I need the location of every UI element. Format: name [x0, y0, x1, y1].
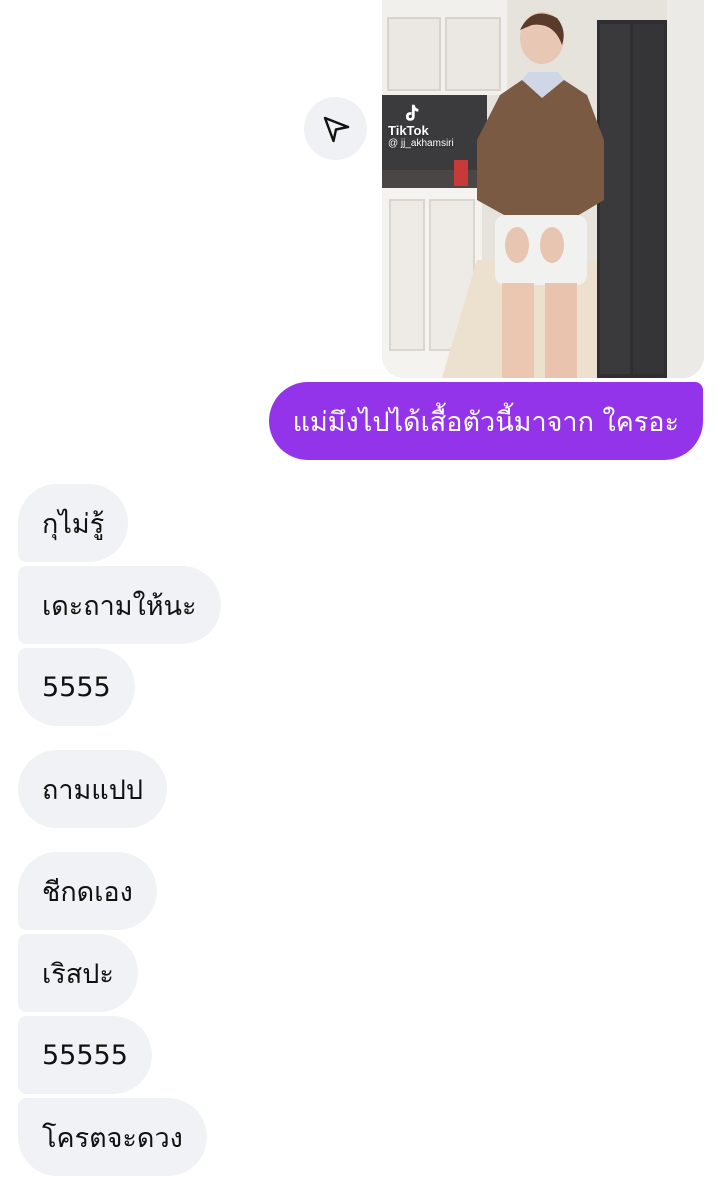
received-message-bubble[interactable]: เริสปะ [18, 934, 138, 1012]
received-message-bubble[interactable]: กุไม่รู้ [18, 484, 129, 562]
tiktok-watermark: TikTok @ jj_akhamsiri [388, 102, 454, 150]
received-message-bubble[interactable]: ชีกดเอง [18, 852, 157, 930]
paper-plane-icon [323, 116, 349, 142]
share-button[interactable] [304, 97, 367, 160]
received-message-bubble[interactable]: โครตจะดวง [18, 1098, 207, 1176]
received-message-bubble[interactable]: 55555 [18, 1016, 152, 1094]
tiktok-logo-icon [405, 104, 419, 121]
received-message-bubble[interactable]: ถามแปป [18, 750, 167, 828]
received-message-bubble[interactable]: เดะถามให้นะ [18, 566, 221, 644]
tiktok-brand-label: TikTok [388, 123, 429, 138]
tiktok-username: @ jj_akhamsiri [388, 138, 454, 149]
video-frame-image [382, 0, 704, 378]
shared-video-thumbnail[interactable]: TikTok @ jj_akhamsiri [382, 0, 704, 378]
sent-message-bubble[interactable]: แม่มึงไปได้เสื้อตัวนี้มาจาก ใครอะ [268, 382, 703, 460]
received-message-bubble[interactable]: 5555 [18, 648, 135, 726]
